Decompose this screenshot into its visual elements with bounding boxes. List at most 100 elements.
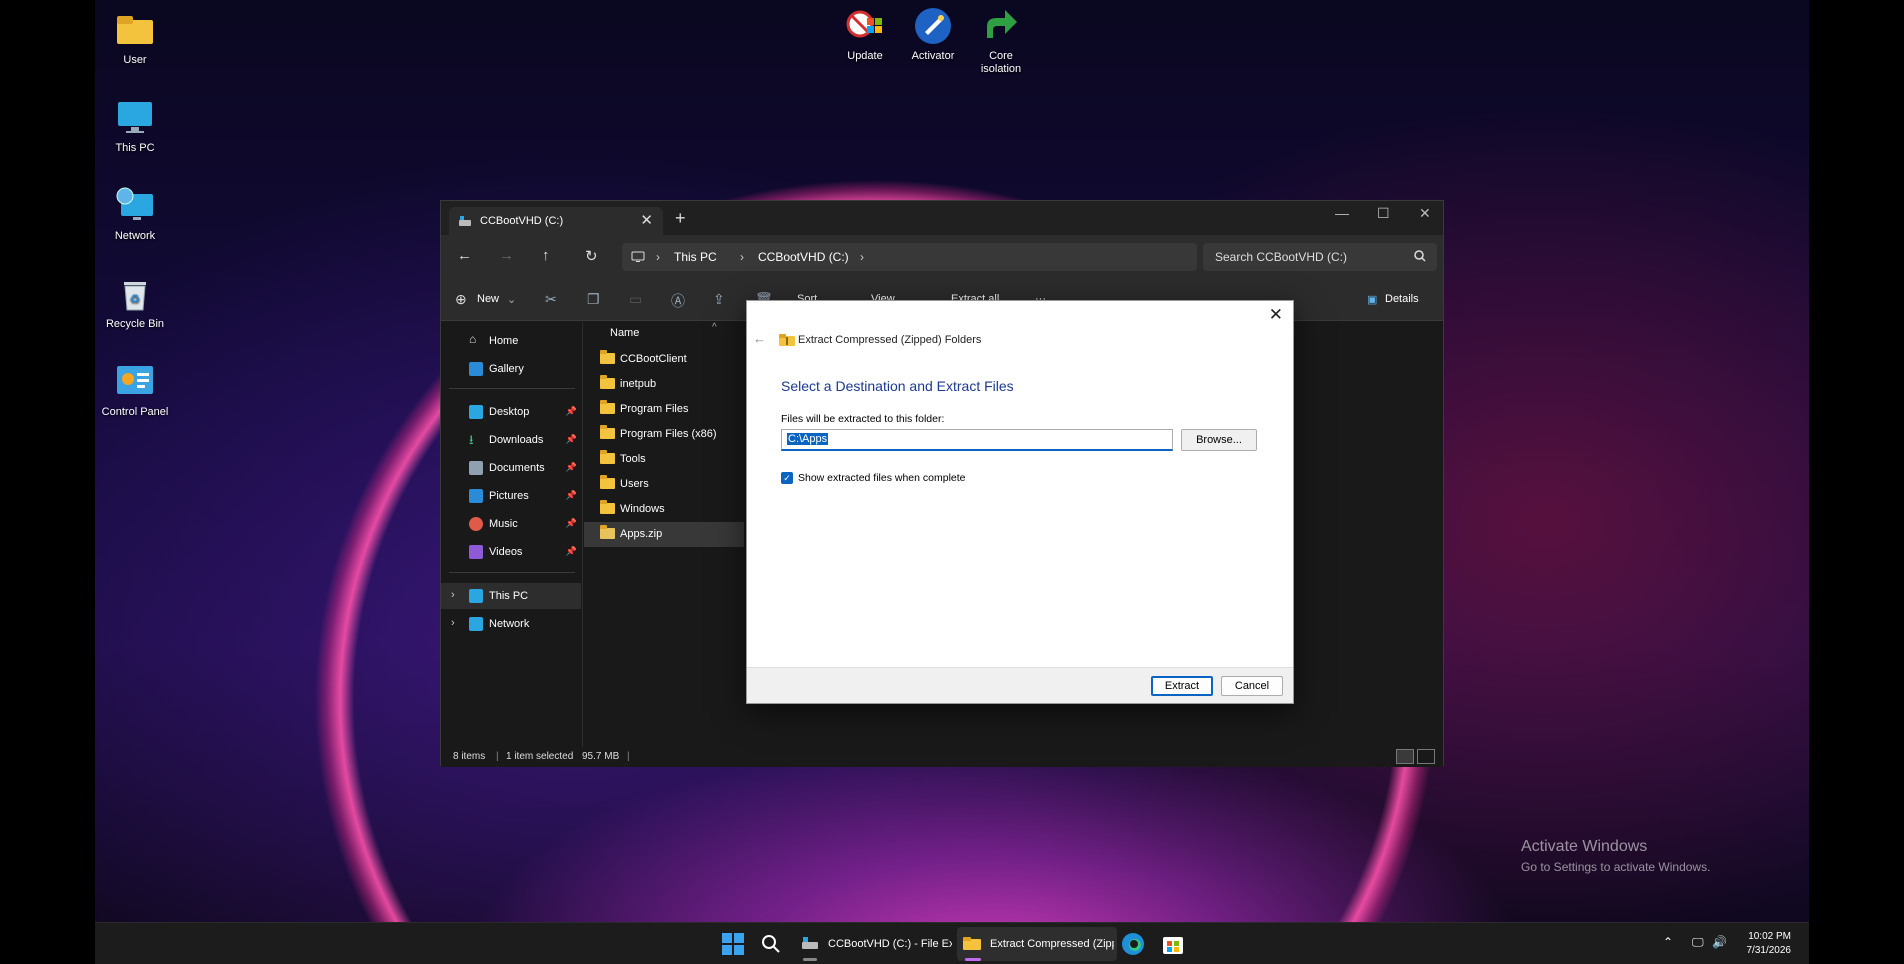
destination-path-input[interactable]: C:\Apps — [781, 429, 1173, 451]
pin-icon: 📌 — [565, 490, 577, 500]
nav-videos[interactable]: Videos 📌 — [441, 539, 581, 565]
new-button[interactable]: New — [477, 293, 499, 305]
desktop-icon-label: Activator — [911, 50, 955, 62]
nav-desktop[interactable]: Desktop 📌 — [441, 399, 581, 425]
new-tab-button[interactable]: + — [675, 208, 686, 229]
store-icon[interactable] — [1161, 932, 1185, 956]
nav-network[interactable]: › Network — [441, 611, 581, 637]
monitor-icon — [631, 251, 645, 262]
desktop-icon-update[interactable]: Update — [835, 6, 895, 63]
file-row[interactable]: Program Files — [584, 397, 744, 422]
desktop-icon-core-isolation[interactable]: Core isolation — [971, 6, 1031, 76]
nav-documents[interactable]: Documents 📌 — [441, 455, 581, 481]
windows-start-icon[interactable] — [722, 933, 744, 955]
show-hidden-icons-chevron-icon[interactable]: ⌃ — [1663, 935, 1673, 949]
rename-icon[interactable]: Ⓐ — [671, 291, 685, 311]
home-icon: ⌂ — [469, 332, 477, 346]
drive-icon — [802, 937, 818, 949]
clock[interactable]: 10:02 PM 7/31/2026 — [1747, 930, 1792, 958]
nav-home[interactable]: ⌂ Home — [441, 328, 581, 354]
desktop-icon-label: User — [123, 54, 147, 66]
tab-ccbootvhd[interactable]: CCBootVHD (C:) ✕ — [449, 207, 663, 235]
file-row[interactable]: Users — [584, 472, 744, 497]
monitor-icon — [469, 589, 483, 603]
details-button[interactable]: Details — [1385, 293, 1419, 305]
search-icon[interactable] — [761, 934, 781, 954]
close-dialog-icon[interactable]: ✕ — [1269, 305, 1283, 325]
refresh-icon[interactable]: ↻ — [585, 247, 598, 265]
breadcrumb-this-pc[interactable]: This PC — [674, 250, 717, 264]
desktop-icon-this-pc[interactable]: This PC — [95, 98, 175, 155]
pin-icon: 📌 — [565, 518, 577, 528]
nav-pictures[interactable]: Pictures 📌 — [441, 483, 581, 509]
cancel-button[interactable]: Cancel — [1221, 676, 1283, 696]
nav-music[interactable]: Music 📌 — [441, 511, 581, 537]
maximize-button[interactable]: ☐ — [1377, 205, 1390, 222]
file-row[interactable]: CCBootClient — [584, 347, 744, 372]
file-row[interactable]: Tools — [584, 447, 744, 472]
destination-path-value: C:\Apps — [787, 433, 829, 445]
file-row[interactable]: Windows — [584, 497, 744, 522]
taskbar: CCBootVHD (C:) - File Explorer Extract C… — [95, 922, 1809, 964]
dialog-heading: Select a Destination and Extract Files — [781, 378, 1014, 394]
desktop-icon-control-panel[interactable]: Control Panel — [95, 362, 175, 419]
nav-downloads[interactable]: ⭳ Downloads 📌 — [441, 427, 581, 453]
volume-icon[interactable]: 🔊 — [1712, 935, 1727, 949]
search-icon — [1414, 250, 1426, 262]
edge-browser-icon[interactable] — [1121, 932, 1145, 956]
desktop-icon-network[interactable]: Network — [95, 186, 175, 243]
breadcrumb-ccbootvhd[interactable]: CCBootVHD (C:) — [758, 250, 849, 264]
nav-gallery[interactable]: Gallery — [441, 356, 581, 382]
network-status-icon[interactable]: 🖵 — [1692, 935, 1704, 950]
forward-arrow-icon[interactable]: → — [499, 247, 514, 264]
address-bar[interactable]: › This PC › CCBootVHD (C:) › — [622, 243, 1197, 271]
nav-label: Videos — [489, 546, 523, 558]
up-arrow-icon[interactable]: ↑ — [542, 247, 550, 264]
desktop-icon-user[interactable]: User — [95, 10, 175, 67]
extract-button[interactable]: Extract — [1151, 676, 1213, 696]
file-name: Apps.zip — [620, 528, 663, 540]
monitor-icon — [118, 102, 152, 133]
cut-icon[interactable]: ✂ — [545, 291, 557, 308]
tiles-view-icon[interactable] — [1417, 749, 1435, 764]
minimize-button[interactable]: — — [1335, 205, 1349, 221]
file-name: Program Files — [620, 403, 689, 415]
search-placeholder: Search CCBootVHD (C:) — [1215, 250, 1348, 264]
close-window-button[interactable]: ✕ — [1419, 205, 1431, 222]
tab-title: CCBootVHD (C:) — [480, 215, 564, 227]
show-files-checkbox[interactable]: ✓ — [781, 472, 793, 484]
desktop-icon-recycle-bin[interactable]: ♻ Recycle Bin — [95, 274, 175, 331]
paste-icon[interactable]: ▭ — [629, 291, 642, 308]
details-view-icon[interactable] — [1396, 749, 1414, 764]
divider — [449, 572, 575, 573]
back-arrow-icon[interactable]: ← — [753, 331, 766, 346]
taskbar-extract-dialog[interactable]: Extract Compressed (Zipped) Folders — [957, 927, 1117, 961]
taskbar-file-explorer[interactable]: CCBootVHD (C:) - File Explorer — [795, 927, 955, 961]
share-icon[interactable]: ⇪ — [713, 291, 725, 308]
file-name: inetpub — [620, 378, 657, 390]
status-separator: | — [496, 751, 499, 762]
nav-label: Pictures — [489, 490, 529, 502]
breadcrumb-chevron-icon: › — [656, 250, 660, 264]
destination-label: Files will be extracted to this folder: — [781, 413, 945, 425]
close-tab-icon[interactable]: ✕ — [640, 211, 653, 229]
copy-icon[interactable]: ❐ — [587, 291, 600, 308]
drive-icon — [459, 216, 471, 226]
file-name: Users — [620, 478, 649, 490]
file-row-selected[interactable]: Apps.zip — [584, 522, 744, 547]
file-name: Windows — [620, 503, 665, 515]
file-row[interactable]: inetpub — [584, 372, 744, 397]
desktop-icon-activator[interactable]: Activator — [903, 6, 963, 63]
column-header-name[interactable]: Name — [610, 327, 639, 339]
file-name: Tools — [620, 453, 646, 465]
nav-this-pc[interactable]: › This PC — [441, 583, 581, 609]
desktop-icon-label: Recycle Bin — [105, 318, 165, 330]
nav-label: Network — [489, 618, 530, 630]
show-files-checkbox-label[interactable]: Show extracted files when complete — [798, 472, 966, 484]
file-row[interactable]: Program Files (x86) — [584, 422, 744, 447]
status-bar: 8 items | 1 item selected 95.7 MB | — [441, 747, 1443, 767]
nav-label: Documents — [489, 462, 545, 474]
search-input[interactable]: Search CCBootVHD (C:) — [1203, 243, 1437, 271]
back-arrow-icon[interactable]: ← — [457, 247, 472, 264]
browse-button[interactable]: Browse... — [1181, 429, 1257, 451]
